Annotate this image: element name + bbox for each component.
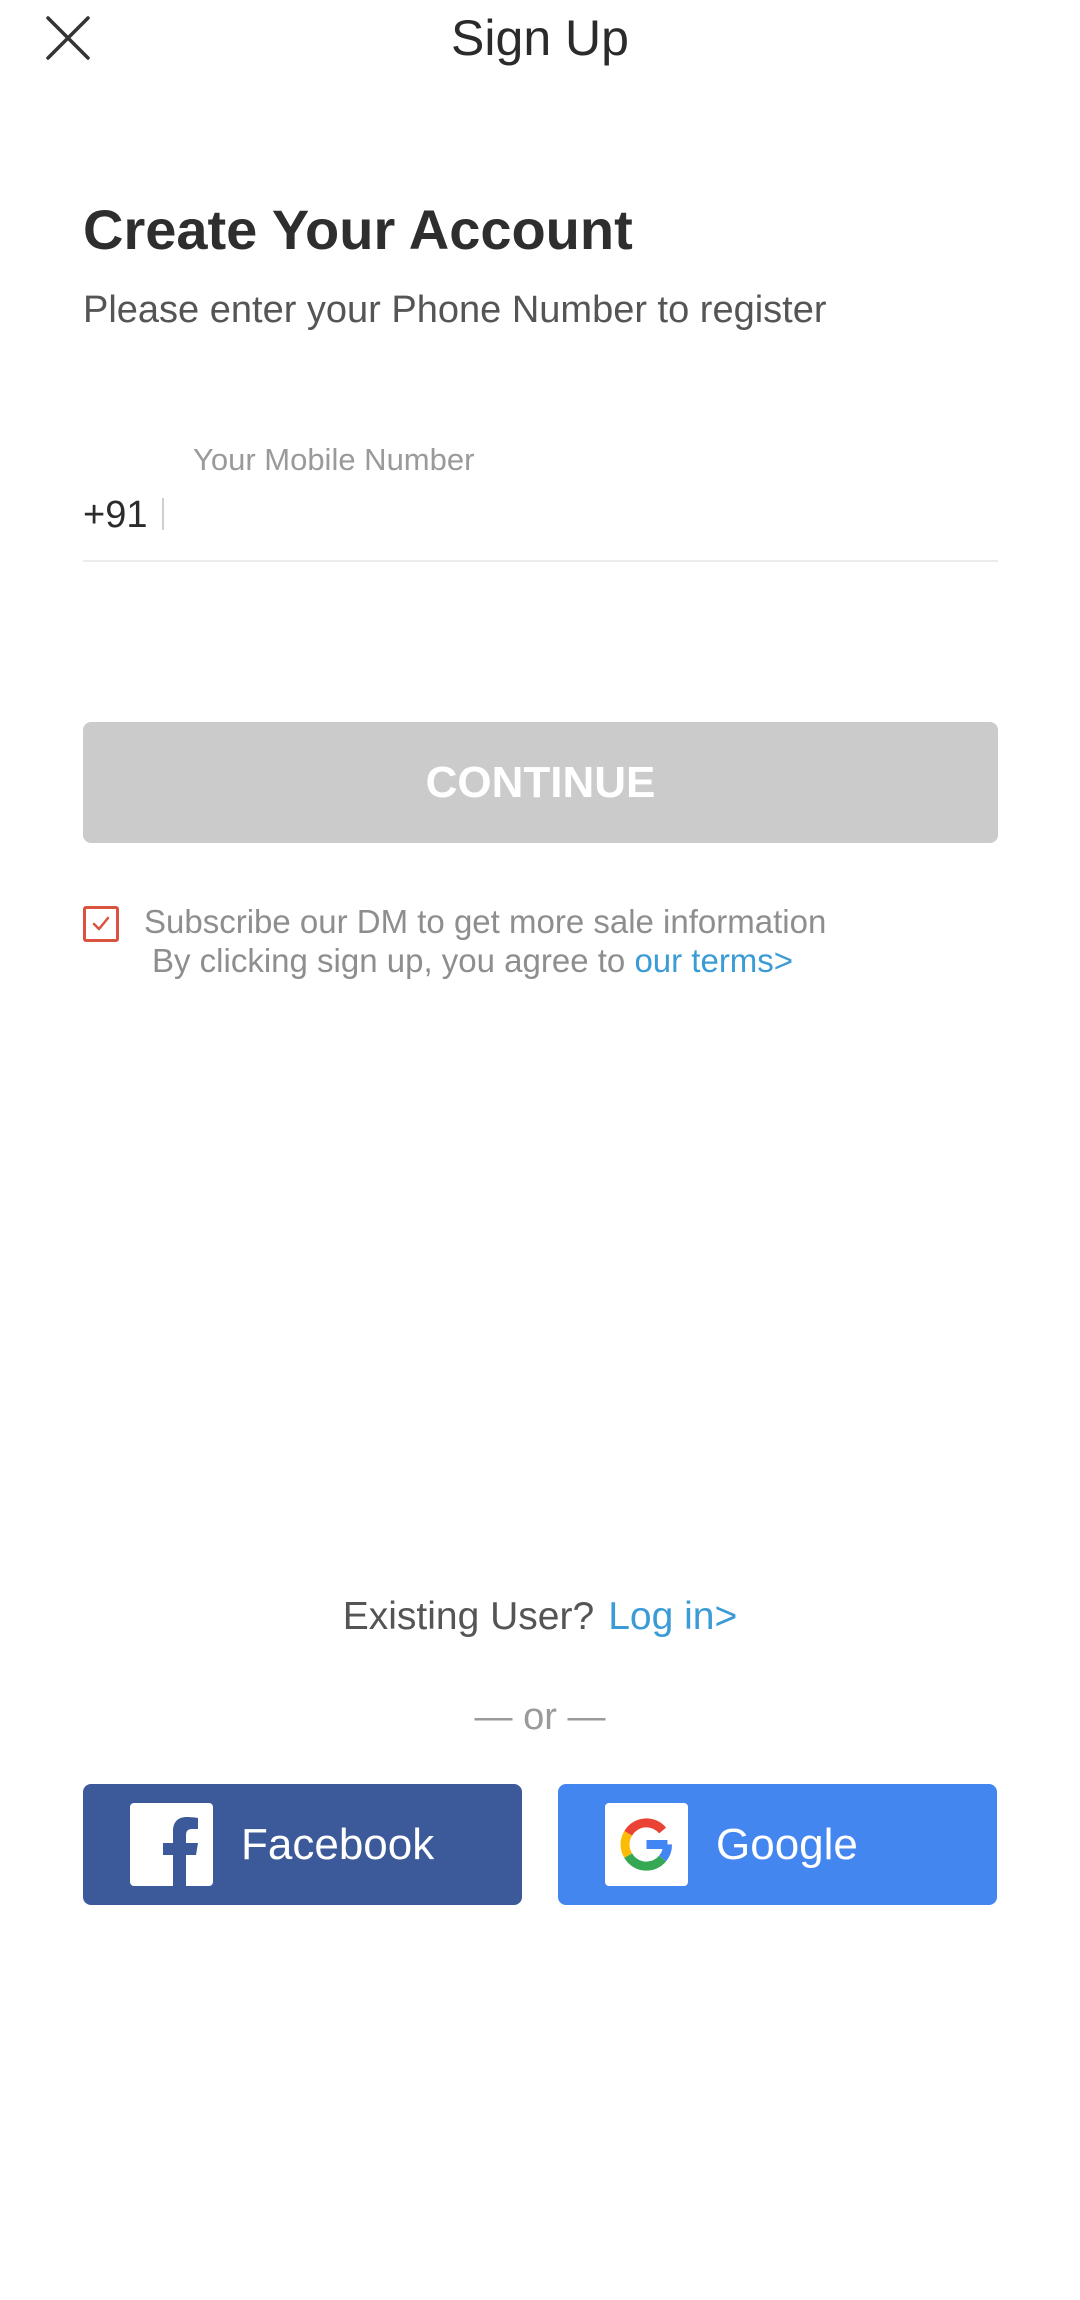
facebook-icon-box bbox=[130, 1803, 213, 1886]
facebook-login-button[interactable]: Facebook bbox=[83, 1784, 522, 1905]
create-account-subtitle: Please enter your Phone Number to regist… bbox=[83, 289, 827, 331]
continue-button[interactable]: CONTINUE bbox=[83, 722, 998, 843]
google-login-button[interactable]: Google bbox=[558, 1784, 997, 1905]
header-bar: Sign Up bbox=[0, 0, 1080, 80]
terms-link[interactable]: our terms> bbox=[634, 942, 793, 979]
or-divider: — or — bbox=[474, 1696, 606, 1738]
checkmark-icon bbox=[92, 916, 110, 931]
facebook-icon bbox=[163, 1817, 198, 1886]
page-header-title: Sign Up bbox=[451, 10, 629, 66]
phone-number-field: Your Mobile Number +91 bbox=[83, 440, 998, 562]
google-icon-box bbox=[605, 1803, 688, 1886]
google-icon bbox=[620, 1818, 672, 1871]
country-code[interactable]: +91 bbox=[83, 490, 147, 540]
facebook-label: Facebook bbox=[241, 1820, 435, 1869]
phone-number-input[interactable] bbox=[178, 488, 988, 544]
subscribe-label: Subscribe our DM to get more sale inform… bbox=[144, 903, 827, 940]
phone-number-label: Your Mobile Number bbox=[193, 442, 475, 477]
create-account-title: Create Your Account bbox=[83, 198, 633, 261]
terms-prefix: By clicking sign up, you agree to bbox=[152, 942, 635, 979]
login-row: Existing User? Log in> bbox=[0, 1592, 1080, 1642]
google-label: Google bbox=[716, 1820, 858, 1869]
login-link[interactable]: Log in> bbox=[608, 1595, 737, 1638]
terms-agreement: By clicking sign up, you agree to our te… bbox=[152, 940, 793, 982]
subscribe-checkbox[interactable] bbox=[83, 906, 119, 942]
existing-user-prompt: Existing User? bbox=[342, 1595, 595, 1638]
country-code-divider bbox=[162, 498, 164, 530]
